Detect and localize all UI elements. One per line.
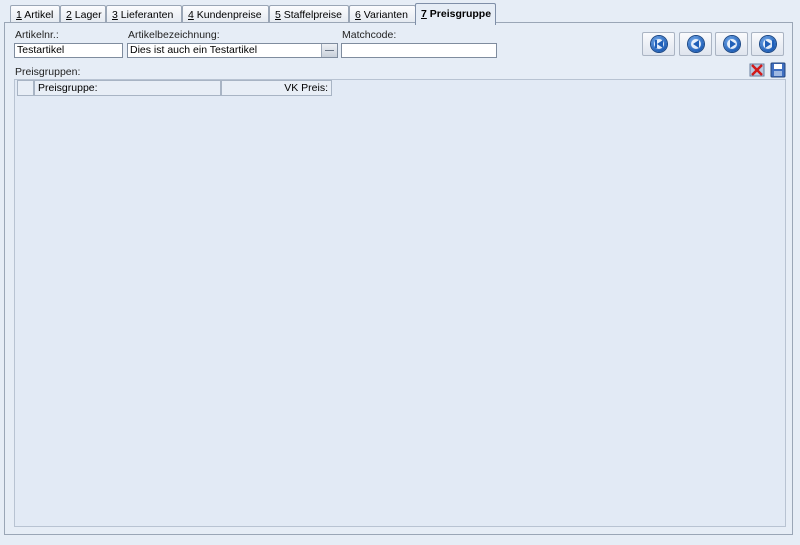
delete-button[interactable] <box>749 62 765 78</box>
first-record-button[interactable] <box>642 32 675 56</box>
tab-lieferanten[interactable]: 3 Lieferanten <box>106 5 182 23</box>
last-record-button[interactable] <box>751 32 784 56</box>
artikelbezeichnung-label: Artikelbezeichnung: <box>128 29 220 41</box>
save-button[interactable] <box>770 62 786 78</box>
tab-artikel[interactable]: 1 Artikel <box>10 5 60 23</box>
column-header-vk-preis[interactable]: VK Preis: <box>221 80 332 96</box>
artikelbezeichnung-field[interactable]: Dies ist auch ein Testartikel <box>127 43 338 58</box>
artikelbezeichnung-value: Dies ist auch ein Testartikel <box>130 44 258 56</box>
tab-preisgruppe[interactable]: 7 Preisgruppe <box>415 3 496 25</box>
tab-staffelpreise[interactable]: 5 Staffelpreise <box>269 5 349 23</box>
next-record-button[interactable] <box>715 32 748 56</box>
artikelnr-field[interactable]: Testartikel <box>14 43 123 58</box>
save-icon <box>770 62 786 78</box>
tab-kundenpreise[interactable]: 4 Kundenpreise <box>182 5 269 23</box>
tab-lager[interactable]: 2 Lager <box>60 5 106 23</box>
matchcode-label: Matchcode: <box>342 29 397 41</box>
previous-record-button[interactable] <box>679 32 712 56</box>
bezeichnung-expand-button[interactable] <box>321 44 337 57</box>
artikelnr-label: Artikelnr.: <box>15 29 59 41</box>
column-header-preisgruppe[interactable]: Preisgruppe: <box>34 80 221 96</box>
preisgruppen-label: Preisgruppen: <box>15 66 81 78</box>
tab-varianten[interactable]: 6 Varianten <box>349 5 416 23</box>
delete-icon <box>749 63 765 77</box>
matchcode-field[interactable] <box>341 43 497 58</box>
row-selector-header <box>17 80 34 96</box>
preisgruppen-grid[interactable]: Preisgruppe: VK Preis: <box>14 79 786 527</box>
